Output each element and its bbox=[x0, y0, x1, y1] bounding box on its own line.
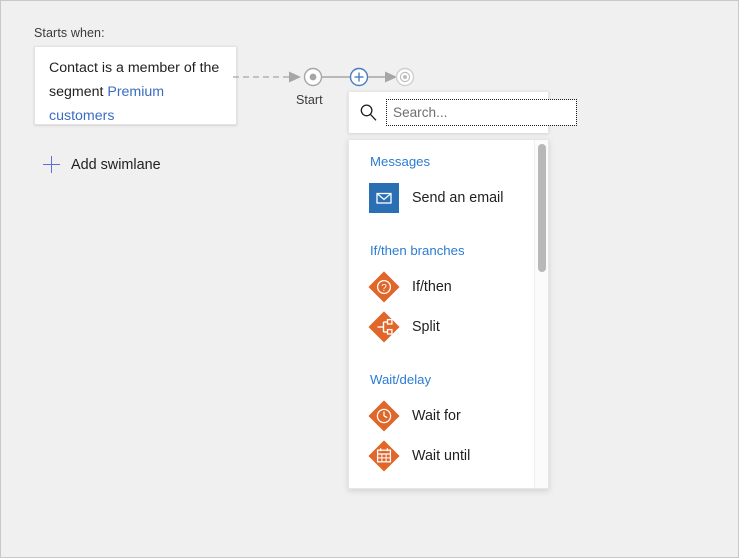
question-circle-icon: ? bbox=[366, 269, 402, 305]
step-picker-list: Messages Send an email If/then branches bbox=[349, 140, 534, 488]
end-node-dot bbox=[403, 75, 407, 79]
trigger-card-text: Contact is a member of the segment Premi… bbox=[49, 56, 227, 128]
section-header-if-then-branches: If/then branches bbox=[349, 241, 534, 261]
start-node-dot bbox=[310, 74, 317, 81]
email-icon bbox=[366, 180, 402, 216]
picker-item-label: Wait until bbox=[412, 448, 470, 464]
picker-item-label: Send an email bbox=[412, 190, 503, 206]
search-icon[interactable] bbox=[349, 92, 387, 133]
add-swimlane-label: Add swimlane bbox=[71, 157, 161, 173]
trigger-card[interactable]: Contact is a member of the segment Premi… bbox=[34, 46, 237, 125]
svg-text:?: ? bbox=[381, 283, 387, 294]
split-icon-glyph bbox=[366, 309, 402, 345]
picker-item-send-an-email[interactable]: Send an email bbox=[349, 178, 534, 218]
picker-scrollbar-thumb[interactable] bbox=[538, 144, 546, 272]
section-header-messages: Messages bbox=[349, 152, 534, 172]
workflow-designer-page: Starts when: Contact is a member of the … bbox=[0, 0, 739, 558]
email-icon-glyph bbox=[369, 183, 399, 213]
dashed-connector-arrowhead bbox=[289, 72, 301, 83]
picker-search-bar bbox=[348, 91, 549, 133]
picker-item-label: If/then bbox=[412, 279, 452, 295]
section-header-wait-delay: Wait/delay bbox=[349, 370, 534, 390]
picker-scrollbar[interactable] bbox=[534, 140, 548, 488]
start-node-label: Start bbox=[296, 93, 323, 107]
calendar-icon bbox=[366, 438, 402, 474]
end-connector-arrowhead bbox=[385, 72, 397, 83]
picker-item-if-then[interactable]: ? If/then bbox=[349, 267, 534, 307]
picker-item-label: Split bbox=[412, 319, 440, 335]
if-then-icon-glyph: ? bbox=[366, 269, 402, 305]
picker-item-label: Wait for bbox=[412, 408, 461, 424]
add-swimlane-button[interactable]: Add swimlane bbox=[43, 156, 161, 173]
picker-item-wait-until[interactable]: Wait until bbox=[349, 436, 534, 476]
picker-item-split[interactable]: Split bbox=[349, 307, 534, 347]
wait-until-icon-glyph bbox=[366, 438, 402, 474]
split-branch-icon bbox=[366, 309, 402, 345]
wait-for-icon-glyph bbox=[366, 398, 402, 434]
search-input[interactable] bbox=[387, 100, 576, 125]
step-picker-panel: Messages Send an email If/then branches bbox=[348, 139, 549, 489]
starts-when-label: Starts when: bbox=[34, 26, 105, 40]
plus-icon bbox=[43, 156, 60, 173]
clock-icon bbox=[366, 398, 402, 434]
flow-connector bbox=[233, 59, 423, 89]
search-icon-glyph bbox=[359, 103, 378, 122]
picker-item-wait-for[interactable]: Wait for bbox=[349, 396, 534, 436]
